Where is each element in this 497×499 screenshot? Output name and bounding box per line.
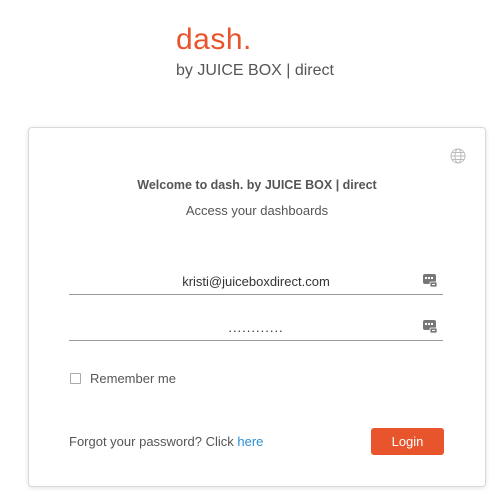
brand-name: dash. bbox=[176, 23, 252, 56]
keyboard-icon[interactable] bbox=[422, 318, 438, 334]
email-field[interactable] bbox=[69, 268, 443, 294]
password-field-wrapper bbox=[69, 314, 443, 341]
login-card: Welcome to dash. by JUICE BOX | direct A… bbox=[28, 127, 486, 487]
login-button[interactable]: Login bbox=[371, 428, 444, 455]
globe-icon[interactable] bbox=[450, 148, 466, 164]
remember-me-row: Remember me bbox=[70, 371, 176, 386]
welcome-subtitle: Access your dashboards bbox=[185, 203, 329, 218]
keyboard-icon[interactable] bbox=[422, 272, 438, 288]
remember-me-checkbox[interactable] bbox=[70, 373, 81, 384]
forgot-password-text: Forgot your password? Click bbox=[69, 434, 234, 449]
password-field[interactable] bbox=[69, 314, 443, 340]
forgot-password-link[interactable]: here bbox=[237, 434, 263, 449]
remember-me-label[interactable]: Remember me bbox=[90, 371, 176, 386]
email-field-wrapper bbox=[69, 268, 443, 295]
welcome-heading: Welcome to dash. by JUICE BOX | direct bbox=[137, 178, 377, 192]
brand-tagline: by JUICE BOX | direct bbox=[176, 62, 334, 79]
brand-logo: dash. by JUICE BOX | direct bbox=[176, 24, 334, 80]
forgot-password: Forgot your password? Click here bbox=[69, 434, 263, 449]
